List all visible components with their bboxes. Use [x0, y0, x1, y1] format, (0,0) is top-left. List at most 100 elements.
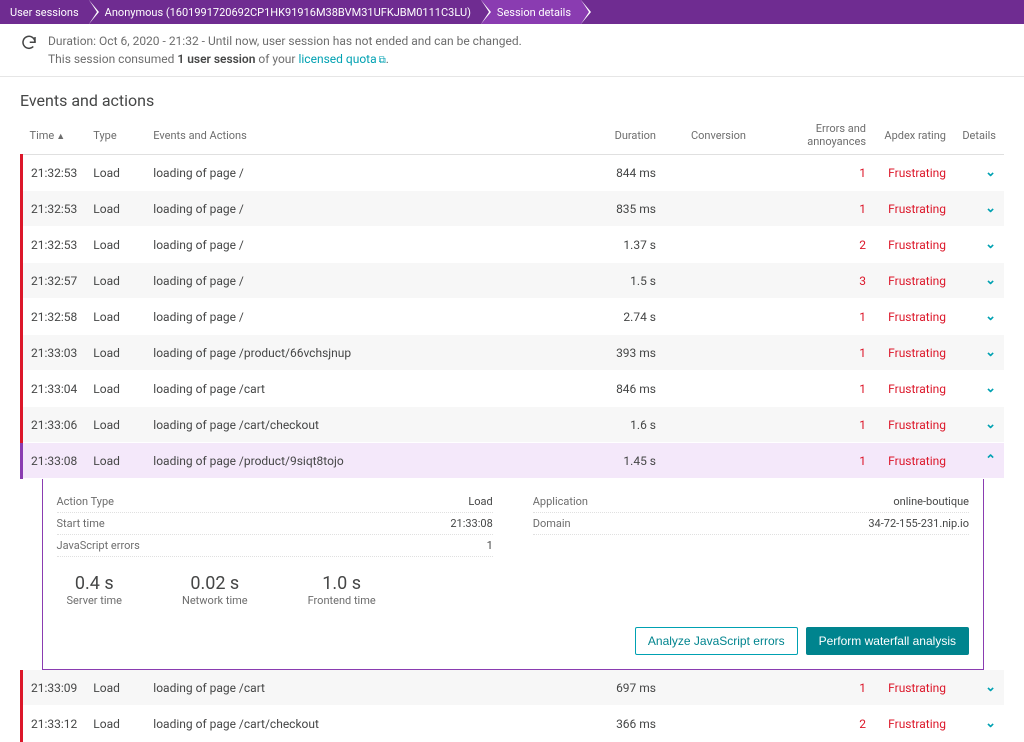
chevron-down-icon[interactable]: ⌄: [985, 201, 996, 216]
cell-details: ⌄: [954, 670, 1004, 706]
table-row[interactable]: 21:32:58Loadloading of page /2.74 s1Frus…: [22, 299, 1005, 335]
table-row[interactable]: 21:32:53Loadloading of page /835 ms1Frus…: [22, 191, 1005, 227]
cell-duration: 1.6 s: [594, 407, 664, 443]
cell-apdex: Frustrating: [874, 227, 954, 263]
col-errors[interactable]: Errors and annoyances: [754, 116, 874, 155]
events-table: Time▲ Type Events and Actions Duration C…: [20, 116, 1004, 742]
cell-event: loading of page /product/9siqt8tojo: [145, 443, 594, 479]
sort-asc-icon: ▲: [56, 132, 65, 142]
cell-type: Load: [85, 706, 145, 742]
cell-conversion: [664, 371, 754, 407]
cell-apdex: Frustrating: [874, 670, 954, 706]
cell-duration: 1.45 s: [594, 443, 664, 479]
chevron-down-icon[interactable]: ⌄: [985, 716, 996, 731]
cell-time: 21:33:06: [22, 407, 86, 443]
cell-event: loading of page /: [145, 155, 594, 191]
col-details[interactable]: Details: [954, 116, 1004, 155]
cell-apdex: Frustrating: [874, 155, 954, 191]
chevron-down-icon[interactable]: ⌄: [985, 417, 996, 432]
perform-waterfall-button[interactable]: Perform waterfall analysis: [806, 627, 969, 655]
table-row[interactable]: 21:33:12Loadloading of page /cart/checko…: [22, 706, 1005, 742]
cell-type: Load: [85, 299, 145, 335]
cell-conversion: [664, 227, 754, 263]
cell-details: ⌄: [954, 407, 1004, 443]
chevron-down-icon[interactable]: ⌄: [985, 165, 996, 180]
cell-conversion: [664, 443, 754, 479]
col-events[interactable]: Events and Actions: [145, 116, 594, 155]
cell-type: Load: [85, 443, 145, 479]
breadcrumb: User sessions Anonymous (1601991720692CP…: [0, 0, 1024, 24]
kv-domain: Domain34-72-155-231.nip.io: [533, 513, 969, 535]
section-title: Events and actions: [0, 77, 1024, 116]
cell-duration: 1.5 s: [594, 263, 664, 299]
cell-errors: 1: [754, 670, 874, 706]
cell-apdex: Frustrating: [874, 299, 954, 335]
cell-duration: 393 ms: [594, 335, 664, 371]
cell-conversion: [664, 191, 754, 227]
breadcrumb-item-anonymous[interactable]: Anonymous (1601991720692CP1HK91916M38BVM…: [89, 0, 481, 24]
chevron-down-icon[interactable]: ⌄: [985, 237, 996, 252]
cell-event: loading of page /product/66vchsjnup: [145, 335, 594, 371]
cell-details: ⌄: [954, 371, 1004, 407]
analyze-js-errors-button[interactable]: Analyze JavaScript errors: [635, 627, 798, 655]
chevron-down-icon[interactable]: ⌄: [985, 381, 996, 396]
table-row[interactable]: 21:33:04Loadloading of page /cart846 ms1…: [22, 371, 1005, 407]
session-meta: Duration: Oct 6, 2020 - 21:32 - Until no…: [0, 24, 1024, 77]
cell-duration: 1.37 s: [594, 227, 664, 263]
cell-type: Load: [85, 670, 145, 706]
cell-details: ⌄: [954, 155, 1004, 191]
cell-duration: 835 ms: [594, 191, 664, 227]
table-row[interactable]: 21:33:08Loadloading of page /product/9si…: [22, 443, 1005, 479]
chevron-up-icon[interactable]: ⌃: [985, 453, 996, 468]
col-time[interactable]: Time▲: [22, 116, 86, 155]
kv-start-time: Start time21:33:08: [57, 513, 493, 535]
refresh-icon: [20, 34, 38, 52]
table-row[interactable]: 21:33:03Loadloading of page /product/66v…: [22, 335, 1005, 371]
cell-apdex: Frustrating: [874, 407, 954, 443]
col-conversion[interactable]: Conversion: [664, 116, 754, 155]
session-meta-text: Duration: Oct 6, 2020 - 21:32 - Until no…: [48, 32, 522, 68]
cell-duration: 846 ms: [594, 371, 664, 407]
chevron-down-icon[interactable]: ⌄: [985, 309, 996, 324]
cell-conversion: [664, 155, 754, 191]
breadcrumb-item-user-sessions[interactable]: User sessions: [0, 0, 89, 24]
cell-time: 21:33:08: [22, 443, 86, 479]
cell-type: Load: [85, 191, 145, 227]
col-duration[interactable]: Duration: [594, 116, 664, 155]
chevron-down-icon[interactable]: ⌄: [985, 680, 996, 695]
breadcrumb-item-session-details[interactable]: Session details: [481, 0, 581, 24]
cell-duration: 844 ms: [594, 155, 664, 191]
kv-application: Applicationonline-boutique: [533, 491, 969, 513]
cell-type: Load: [85, 407, 145, 443]
cell-event: loading of page /cart: [145, 371, 594, 407]
chevron-down-icon[interactable]: ⌄: [985, 345, 996, 360]
licensed-quota-link[interactable]: licensed quota⧉: [298, 52, 385, 66]
cell-time: 21:33:09: [22, 670, 86, 706]
chevron-down-icon[interactable]: ⌄: [985, 273, 996, 288]
table-row[interactable]: 21:32:53Loadloading of page /1.37 s2Frus…: [22, 227, 1005, 263]
cell-conversion: [664, 335, 754, 371]
cell-event: loading of page /cart/checkout: [145, 407, 594, 443]
cell-event: loading of page /: [145, 191, 594, 227]
col-type[interactable]: Type: [85, 116, 145, 155]
table-row[interactable]: 21:32:57Loadloading of page /1.5 s3Frust…: [22, 263, 1005, 299]
cell-type: Load: [85, 227, 145, 263]
cell-apdex: Frustrating: [874, 443, 954, 479]
col-apdex[interactable]: Apdex rating: [874, 116, 954, 155]
network-time: 0.02 sNetwork time: [182, 573, 248, 607]
cell-apdex: Frustrating: [874, 191, 954, 227]
application-link[interactable]: online-boutique: [893, 495, 969, 508]
table-row[interactable]: 21:33:06Loadloading of page /cart/checko…: [22, 407, 1005, 443]
cell-time: 21:33:12: [22, 706, 86, 742]
kv-action-type: Action TypeLoad: [57, 491, 493, 513]
cell-details: ⌃: [954, 443, 1004, 479]
cell-errors: 1: [754, 407, 874, 443]
table-row[interactable]: 21:32:53Loadloading of page /844 ms1Frus…: [22, 155, 1005, 191]
cell-errors: 2: [754, 227, 874, 263]
table-row[interactable]: 21:33:09Loadloading of page /cart697 ms1…: [22, 670, 1005, 706]
server-time: 0.4 sServer time: [67, 573, 123, 607]
external-link-icon: ⧉: [379, 53, 386, 68]
cell-duration: 697 ms: [594, 670, 664, 706]
cell-time: 21:32:53: [22, 191, 86, 227]
cell-apdex: Frustrating: [874, 335, 954, 371]
